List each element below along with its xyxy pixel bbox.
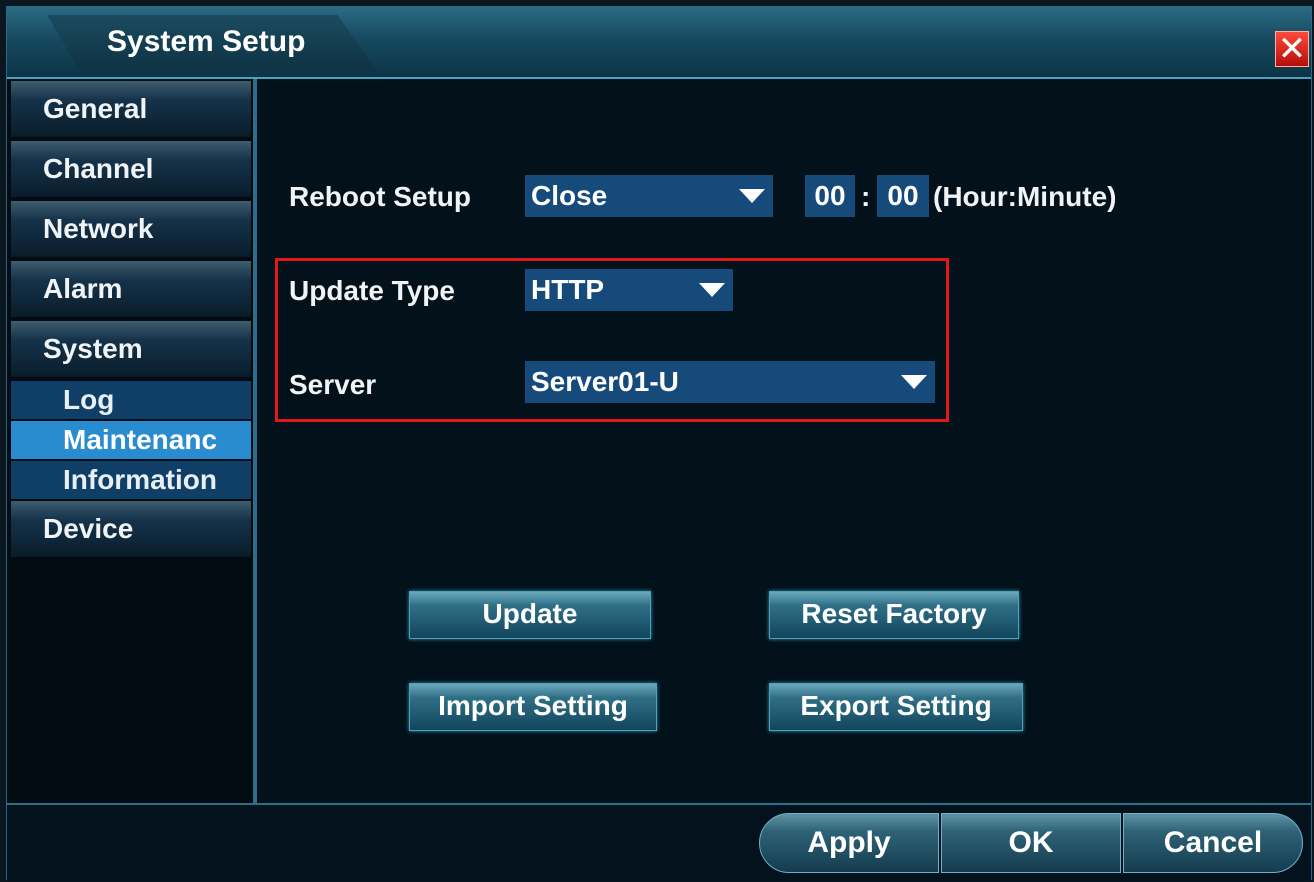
sidebar: General Channel Network Alarm System Log… [7, 79, 257, 803]
reboot-minute-field[interactable]: 00 [877, 175, 929, 217]
time-separator: : [861, 181, 871, 212]
reboot-hour-field[interactable]: 00 [805, 175, 855, 217]
cancel-button[interactable]: Cancel [1123, 813, 1303, 873]
sidebar-subitem-information[interactable]: Information [11, 461, 251, 499]
sidebar-item-general[interactable]: General [11, 81, 251, 137]
reboot-setup-value: Close [531, 180, 608, 211]
server-label: Server [289, 369, 377, 400]
footer-bar: Apply OK Cancel [7, 803, 1311, 881]
title-bar: System Setup ✕ [7, 7, 1311, 79]
update-type-select[interactable]: HTTP [525, 269, 733, 311]
sidebar-item-system[interactable]: System [11, 321, 251, 377]
window-title: System Setup [107, 25, 306, 58]
sidebar-item-channel[interactable]: Channel [11, 141, 251, 197]
sidebar-item-network[interactable]: Network [11, 201, 251, 257]
ok-button[interactable]: OK [941, 813, 1121, 873]
system-setup-window: System Setup ✕ General Channel Network A… [6, 6, 1313, 881]
export-setting-button[interactable]: Export Setting [769, 683, 1023, 731]
close-icon[interactable]: ✕ [1275, 31, 1309, 67]
time-unit-label: (Hour:Minute) [933, 181, 1117, 212]
chevron-down-icon [699, 283, 725, 297]
update-type-value: HTTP [531, 274, 605, 305]
update-type-label: Update Type [289, 275, 455, 306]
server-value: Server01-U [531, 366, 679, 397]
sidebar-item-alarm[interactable]: Alarm [11, 261, 251, 317]
sidebar-item-device[interactable]: Device [11, 501, 251, 557]
maintenance-panel: Reboot Setup Close 00 : 00 (Hour:Minute)… [257, 79, 1313, 803]
reset-factory-button[interactable]: Reset Factory [769, 591, 1019, 639]
update-button[interactable]: Update [409, 591, 651, 639]
chevron-down-icon [739, 189, 765, 203]
reboot-setup-select[interactable]: Close [525, 175, 773, 217]
apply-button[interactable]: Apply [759, 813, 939, 873]
import-setting-button[interactable]: Import Setting [409, 683, 657, 731]
sidebar-subitem-maintenance[interactable]: Maintenanc [11, 421, 251, 459]
reboot-setup-label: Reboot Setup [289, 181, 471, 212]
server-select[interactable]: Server01-U [525, 361, 935, 403]
chevron-down-icon [901, 375, 927, 389]
sidebar-subitem-log[interactable]: Log [11, 381, 251, 419]
